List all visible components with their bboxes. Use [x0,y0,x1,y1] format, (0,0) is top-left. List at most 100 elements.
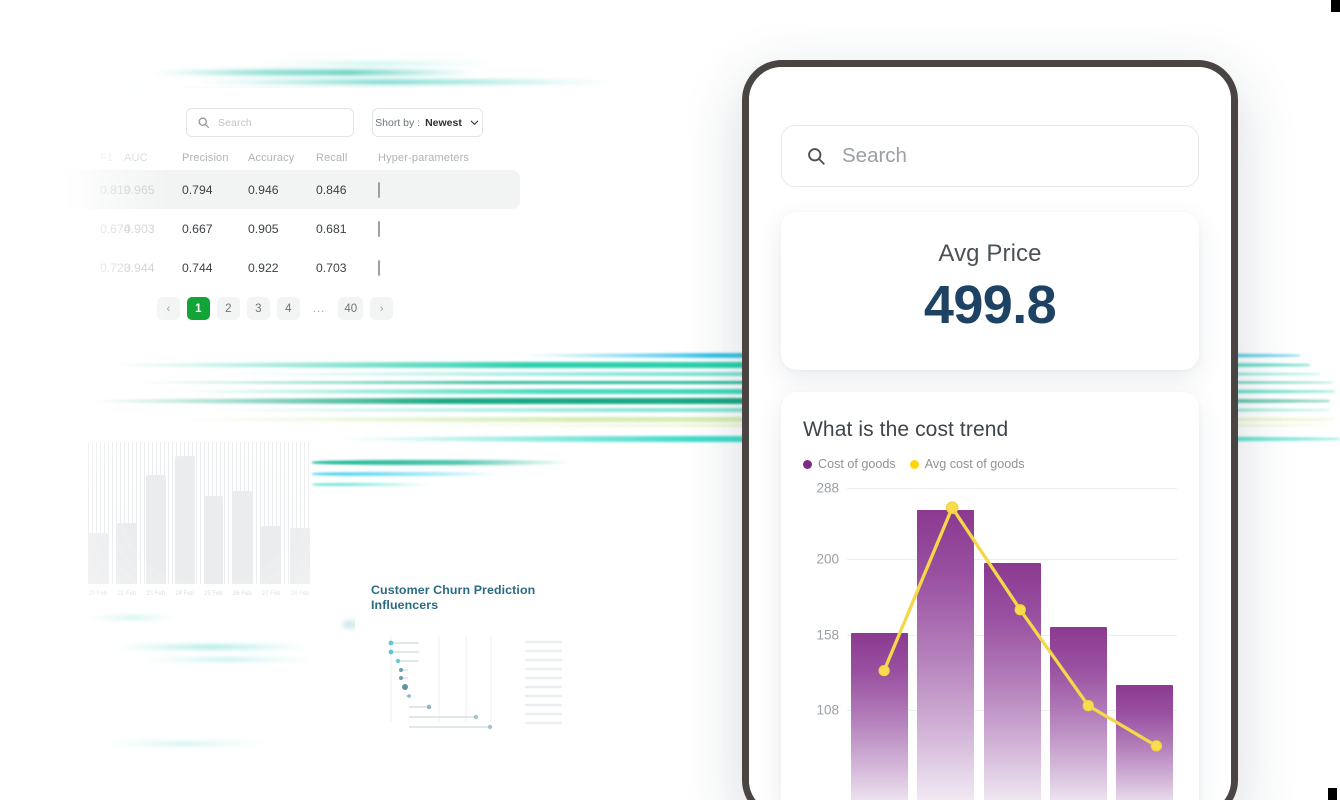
phone-search-input[interactable]: Search [781,125,1199,187]
background-chart-label: 28 Feb [290,591,310,597]
chevron-down-icon [469,117,480,128]
legend-item-cost-of-goods[interactable]: Cost of goods [803,457,896,471]
background-chart-bars [78,424,316,584]
phone-search-placeholder: Search [842,144,907,167]
legend-label: Cost of goods [818,457,896,471]
background-chart-labels: 20 Feb 21 Feb 23 Feb 24 Feb 25 Feb 26 Fe… [78,584,316,597]
cell-hyperparameters [378,220,498,237]
pagination-page-2[interactable]: 2 [216,297,240,320]
cell-auc: 0.965 [124,182,155,197]
line-point[interactable] [1014,604,1026,616]
churn-influencers-plot [371,634,571,756]
legend-item-avg-cost-of-goods[interactable]: Avg cost of goods [909,457,1025,471]
sort-value: Newest [425,116,462,129]
cost-trend-legend: Cost of goods Avg cost of goods [803,457,1177,471]
avg-price-value: 499.8 [923,275,1057,335]
avg-cost-of-goods-line [878,501,1163,752]
cell-recall: 0.703 [316,260,347,275]
cell-precision: 0.744 [182,260,213,275]
column-header-hyperparameters: Hyper-parameters [378,152,470,164]
pagination-prev[interactable]: ‹ [156,297,180,320]
background-bar-chart: 20 Feb 21 Feb 23 Feb 24 Feb 25 Feb 26 Fe… [78,424,316,636]
avg-price-label: Avg Price [938,240,1042,267]
cost-trend-card: What is the cost trend Cost of goods Avg… [781,392,1199,800]
hyperparameters-checkbox[interactable] [378,220,380,237]
search-icon [806,146,826,166]
legend-label: Avg cost of goods [924,457,1025,471]
pagination-page-last[interactable]: 40 [338,297,364,320]
background-chart-label: 23 Feb [146,591,166,597]
table-row[interactable]: 0.819 0.965 0.794 0.946 0.846 [60,170,520,209]
pagination-page-1[interactable]: 1 [186,297,210,320]
cost-trend-plot: 288 200 158 108 [803,481,1177,800]
cell-f1: 0.819 [100,182,131,197]
background-chart-label: 26 Feb [232,591,252,597]
pagination-next[interactable]: › [370,297,394,320]
pagination-ellipsis: ... [312,302,326,315]
cost-trend-title: What is the cost trend [803,418,1009,441]
cell-recall: 0.846 [316,182,347,197]
y-tick-158: 158 [816,627,839,643]
line-point[interactable] [945,501,959,514]
y-tick-288: 288 [816,480,839,496]
sort-dropdown[interactable]: Short by : Newest [372,108,483,137]
cost-trend-y-axis: 288 200 158 108 [803,481,839,800]
line-point[interactable] [1082,700,1094,712]
table-row[interactable]: 0.723 0.944 0.744 0.922 0.703 [60,248,520,287]
cell-auc: 0.903 [124,221,155,236]
cell-auc: 0.944 [124,260,155,275]
churn-card-title: Customer Churn Prediction Influencers [371,583,571,612]
column-header-accuracy: Accuracy [248,152,295,164]
cell-recall: 0.681 [316,221,347,236]
table-body: 0.819 0.965 0.794 0.946 0.846 0.674 0.90… [60,170,520,287]
line-point[interactable] [878,664,890,677]
hyperparameters-checkbox[interactable] [378,181,380,198]
cell-hyperparameters [378,259,498,276]
column-header-f1: F1 [100,152,114,164]
background-chart-label: 27 Feb [261,591,281,597]
pagination-page-4[interactable]: 4 [276,297,300,320]
crop-mark-top-right [1331,0,1340,12]
cell-f1: 0.723 [100,260,131,275]
pagination: ‹ 1 2 3 4 ... 40 › [60,297,520,320]
churn-title-line-2: Influencers [371,597,439,612]
y-tick-108: 108 [816,702,839,718]
churn-title-line-1: Customer Churn Prediction [371,583,536,597]
metrics-table-card: Search Short by : Newest F1 AUC Precisio… [60,88,520,360]
line-point[interactable] [1150,740,1163,752]
phone-screen: Search Avg Price 499.8 What is the cost … [749,67,1231,800]
cell-accuracy: 0.905 [248,221,279,236]
background-chart-label: 21 Feb [117,591,137,597]
column-header-auc: AUC [124,152,148,164]
table-header-row: F1 AUC Precision Accuracy Recall Hyper-p… [60,137,520,164]
background-chart-label: 24 Feb [175,591,194,597]
table-row[interactable]: 0.674 0.903 0.667 0.905 0.681 [60,209,520,248]
background-bar-chart-plot [78,424,316,584]
search-input[interactable]: Search [186,108,354,137]
cell-precision: 0.667 [182,221,213,236]
cell-accuracy: 0.946 [248,182,279,197]
column-header-precision: Precision [182,152,229,164]
background-chart-label: 25 Feb [204,591,223,597]
avg-price-card: Avg Price 499.8 [781,212,1199,370]
sort-label: Short by : [375,116,421,129]
column-header-recall: Recall [316,152,348,164]
background-chart-label: 20 Feb [88,591,108,597]
cell-f1: 0.674 [100,221,131,236]
hyperparameters-checkbox[interactable] [378,259,380,276]
legend-dot-yellow [909,459,919,469]
crop-mark-bottom-right [1328,788,1337,800]
cell-precision: 0.794 [182,182,213,197]
table-toolbar: Search Short by : Newest [60,88,520,137]
phone-mockup: Search Avg Price 499.8 What is the cost … [742,60,1238,800]
cell-hyperparameters [378,181,498,198]
cell-accuracy: 0.922 [248,260,279,275]
legend-dot-purple [803,459,812,469]
cost-trend-plot-area [847,485,1177,800]
search-icon [197,116,210,129]
screenshot-stage: Search Short by : Newest F1 AUC Precisio… [0,0,1340,800]
y-tick-200: 200 [816,551,839,567]
pagination-page-3[interactable]: 3 [246,297,270,320]
churn-prediction-card: Customer Churn Prediction Influencers [355,566,587,800]
search-placeholder: Search [218,116,252,129]
